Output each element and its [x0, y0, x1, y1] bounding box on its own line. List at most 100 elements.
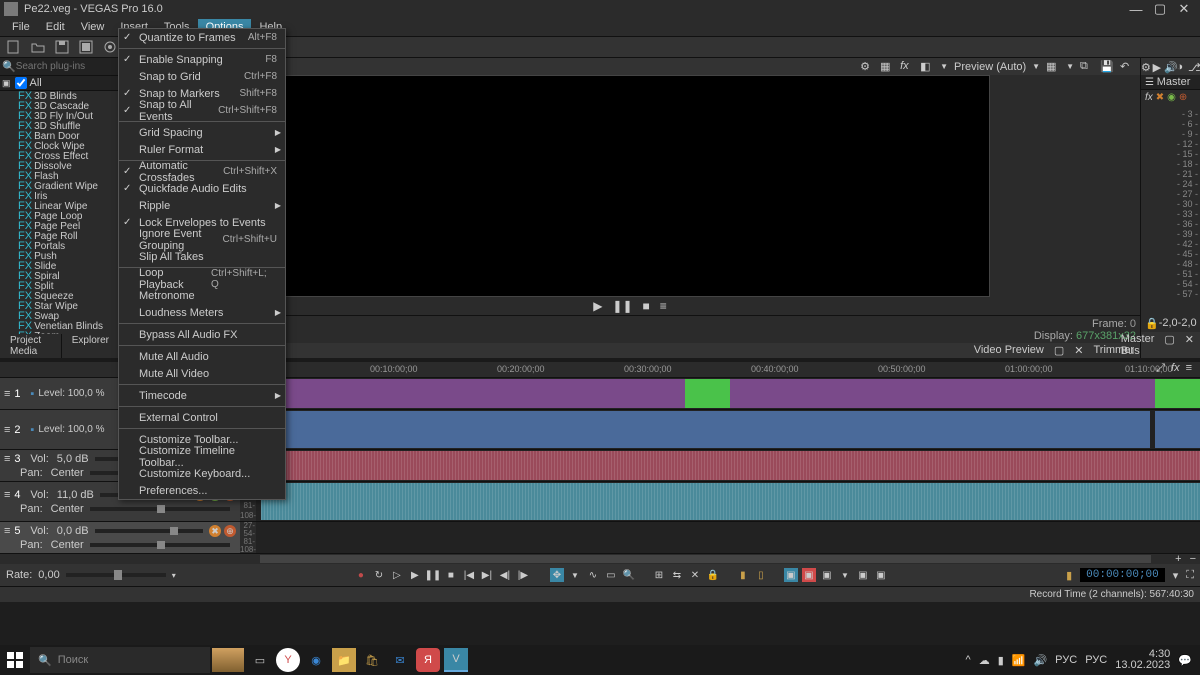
preview-mode[interactable]: Preview (Auto) [954, 61, 1026, 73]
fx-item[interactable]: FXPush [18, 251, 120, 261]
track-content[interactable] [240, 378, 1200, 409]
tab-explorer[interactable]: Explorer [62, 334, 120, 358]
menu-icon[interactable]: ≡ [1186, 362, 1192, 375]
close-button[interactable]: ✕ [1172, 1, 1196, 17]
record-icon[interactable]: ● [354, 568, 368, 582]
opt-bypass-audio-fx[interactable]: Bypass All Audio FX [119, 326, 285, 343]
fx-item[interactable]: FXSqueeze [18, 291, 120, 301]
chevron-down-icon[interactable]: ▼ [1066, 62, 1074, 71]
fx-item[interactable]: FXFlash [18, 171, 120, 181]
opt-enable-snapping[interactable]: ✓Enable SnappingF8 [119, 51, 285, 68]
script5-icon[interactable]: ▣ [874, 568, 888, 582]
vegas-icon[interactable]: V [444, 648, 468, 672]
track-content[interactable] [240, 410, 1200, 449]
automation-icon[interactable]: ⊕ [1179, 92, 1187, 103]
notifications-icon[interactable]: 💬 [1178, 654, 1192, 667]
marker-icon[interactable]: ▮ [736, 568, 750, 582]
opt-loudness-meters[interactable]: Loudness Meters▶ [119, 304, 285, 321]
fx-item[interactable]: FXDissolve [18, 161, 120, 171]
opt-snap-events[interactable]: ✓Snap to All EventsCtrl+Shift+F8 [119, 102, 285, 119]
opt-slip-takes[interactable]: Slip All Takes [119, 248, 285, 265]
tab-video-preview[interactable]: Video Preview [974, 344, 1044, 357]
start-button[interactable] [0, 645, 30, 675]
fx-item[interactable]: FXSplit [18, 281, 120, 291]
yandex-icon[interactable]: Y [276, 648, 300, 672]
track-options-icon[interactable]: ≡ [4, 388, 10, 400]
script1-icon[interactable]: ▣ [784, 568, 798, 582]
auto-crossfade-icon[interactable]: ✕ [688, 568, 702, 582]
maximize-button[interactable]: ▢ [1148, 1, 1172, 17]
opt-ruler-format[interactable]: Ruler Format▶ [119, 141, 285, 158]
fx-item[interactable]: FXStar Wipe [18, 301, 120, 311]
go-end-icon[interactable]: ▶| [480, 568, 494, 582]
fx-icon[interactable]: fx [1171, 362, 1180, 375]
opt-quantize[interactable]: ✓Quantize to FramesAlt+F8 [119, 29, 285, 46]
track-content[interactable] [256, 482, 1200, 521]
lock-icon[interactable]: 🔒 [1145, 317, 1159, 330]
fx-item[interactable]: FX3D Fly In/Out [18, 111, 120, 121]
expand-icon[interactable]: ⛶ [1186, 569, 1194, 582]
stop-icon[interactable]: ■ [444, 568, 458, 582]
opt-preferences[interactable]: Preferences... [119, 482, 285, 499]
rate-menu-icon[interactable]: ▾ [172, 571, 176, 580]
tab-unpin-icon[interactable]: ▢ [1164, 333, 1174, 357]
pan-slider[interactable] [90, 507, 230, 511]
fx-item[interactable]: FX3D Blinds [18, 91, 120, 101]
lock-icon[interactable]: 🔒 [706, 568, 720, 582]
tab-close-icon[interactable]: ✕ [1074, 344, 1083, 357]
tray-chevron-icon[interactable]: ^ [966, 654, 971, 666]
opt-metronome[interactable]: Metronome [119, 287, 285, 304]
fx-item[interactable]: FXPortals [18, 241, 120, 251]
volume-icon[interactable]: 🔊 [1033, 654, 1047, 667]
store-icon[interactable]: 🛍 [360, 648, 384, 672]
fx-item[interactable]: FXPage Loop [18, 211, 120, 221]
chevron-down-icon[interactable]: ▼ [568, 568, 582, 582]
fx-item[interactable]: FXPage Roll [18, 231, 120, 241]
fx-list[interactable]: FX3D BlindsFX3D CascadeFX3D Fly In/Out FX… [0, 91, 120, 334]
onedrive-icon[interactable]: ☁ [979, 654, 990, 667]
properties-icon[interactable] [102, 39, 118, 55]
auto-icon[interactable]: ⊕ [224, 525, 236, 537]
fx-item[interactable]: FXSlide [18, 261, 120, 271]
auto-ripple-icon[interactable]: ⇆ [670, 568, 684, 582]
save-icon[interactable] [54, 39, 70, 55]
opt-ignore-grouping[interactable]: Ignore Event GroupingCtrl+Shift+U [119, 231, 285, 248]
minimize-button[interactable]: — [1124, 2, 1148, 17]
loop-icon[interactable]: ↻ [372, 568, 386, 582]
save-snapshot-icon[interactable]: 💾 [1100, 60, 1114, 74]
collapse-icon[interactable]: ▣ [2, 78, 11, 89]
taskbar-search[interactable]: 🔍 Поиск [30, 647, 210, 673]
chevron-down-icon[interactable]: ▼ [1032, 62, 1040, 71]
opt-mute-audio[interactable]: Mute All Audio [119, 348, 285, 365]
go-start-icon[interactable]: |◀ [462, 568, 476, 582]
track-header[interactable]: ≡ 5 Vol: 0,0 dB ✖ ⊕ Pan: Center [0, 522, 240, 553]
play-icon[interactable]: ▶ [408, 568, 422, 582]
tab-close-icon[interactable]: ✕ [1185, 333, 1194, 357]
opt-auto-crossfades[interactable]: ✓Automatic CrossfadesCtrl+Shift+X [119, 163, 285, 180]
fx-item[interactable]: FXPage Peel [18, 221, 120, 231]
fx-item[interactable]: FX3D Cascade [18, 101, 120, 111]
track-options-icon[interactable]: ≡ [4, 453, 10, 465]
track-content[interactable] [256, 522, 1200, 553]
explorer-icon[interactable]: 📁 [332, 648, 356, 672]
script4-icon[interactable]: ▣ [856, 568, 870, 582]
yandex-red-icon[interactable]: Я [416, 648, 440, 672]
track-options-icon[interactable]: ≡ [4, 489, 10, 501]
stop-icon[interactable]: ■ [643, 299, 650, 313]
normal-edit-icon[interactable]: ✥ [550, 568, 564, 582]
fx-item[interactable]: FXBarn Door [18, 131, 120, 141]
edge-icon[interactable]: ◉ [304, 648, 328, 672]
overlays-icon[interactable]: ▦ [880, 60, 894, 74]
fx-item[interactable]: FXClock Wipe [18, 141, 120, 151]
opt-grid-spacing[interactable]: Grid Spacing▶ [119, 124, 285, 141]
prev-frame-icon[interactable]: ◀| [498, 568, 512, 582]
fx-item[interactable]: FXSpiral [18, 271, 120, 281]
timeline-scrollbar[interactable]: + − [0, 554, 1200, 564]
fx-item[interactable]: FXVenetian Blinds [18, 321, 120, 331]
opt-quickfade[interactable]: ✓Quickfade Audio Edits [119, 180, 285, 197]
fx-item[interactable]: FXSwap [18, 311, 120, 321]
tab-unpin-icon[interactable]: ▢ [1054, 344, 1064, 357]
rate-slider[interactable] [66, 573, 166, 577]
task-view-icon[interactable]: ▭ [248, 648, 272, 672]
pan-slider[interactable] [90, 543, 230, 547]
